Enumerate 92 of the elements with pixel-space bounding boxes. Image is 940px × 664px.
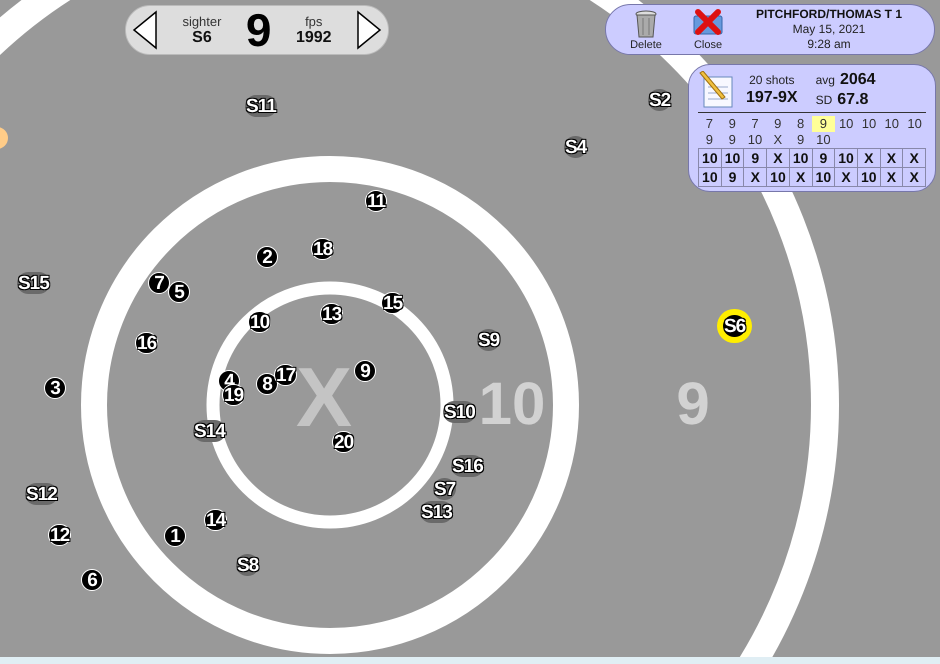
score-cell: 10 — [699, 149, 722, 168]
score-cell: X — [858, 149, 881, 168]
shot-marker[interactable]: 1 — [164, 525, 186, 547]
score-cell: X — [790, 168, 812, 187]
score-cell: 10 — [858, 168, 881, 187]
shooter-name: PITCHFORD/THOMAS T 1 — [756, 7, 902, 22]
shot-marker[interactable]: 16 — [135, 332, 158, 354]
shot-marker[interactable]: S12 — [25, 483, 58, 505]
sighter-score[interactable]: 9 — [812, 116, 835, 132]
sighter-score[interactable]: 9 — [720, 132, 744, 148]
next-button[interactable] — [356, 10, 382, 50]
previous-button[interactable] — [132, 10, 158, 50]
sighter-score[interactable]: 7 — [744, 116, 766, 132]
sd-label: SD — [816, 93, 832, 108]
fps-value: 1992 — [296, 30, 332, 46]
score-cell: X — [880, 168, 904, 187]
ring-label: 9 — [676, 374, 710, 434]
sighter-value: S6 — [192, 30, 212, 46]
shot-marker[interactable]: 11 — [365, 190, 388, 212]
shot-marker[interactable]: S7 — [433, 478, 456, 500]
shot-marker[interactable]: 8 — [256, 373, 278, 395]
shot-score: 9 — [246, 7, 272, 53]
total-score: 197-9X — [746, 88, 798, 108]
notepad-pencil-icon — [698, 71, 734, 109]
sighter-score[interactable]: 9 — [789, 132, 812, 148]
shot-marker[interactable]: 12 — [48, 524, 72, 546]
shot-marker[interactable]: 17 — [274, 364, 298, 386]
shot-marker[interactable]: S13 — [420, 501, 453, 523]
score-cell: X — [903, 168, 926, 187]
sighter-score[interactable]: 7 — [698, 116, 721, 132]
shot-marker[interactable]: S6 — [723, 315, 746, 337]
shot-marker[interactable]: 13 — [320, 303, 344, 325]
shot-marker[interactable]: 15 — [381, 292, 404, 314]
shot-marker[interactable]: 18 — [311, 238, 334, 260]
match-date: May 15, 2021 — [792, 22, 866, 37]
shot-count: 20 shots — [749, 72, 794, 88]
shot-marker[interactable]: 14 — [204, 509, 228, 531]
shot-marker[interactable]: S14 — [193, 420, 226, 442]
sighter-score[interactable]: 10 — [903, 116, 926, 132]
sighter-score[interactable]: 10 — [744, 132, 766, 148]
shot-marker[interactable]: 7 — [148, 272, 170, 294]
shot-marker[interactable]: 9 — [354, 360, 376, 382]
score-cell: X — [903, 149, 926, 168]
score-cell: 10 — [812, 168, 836, 187]
delete-button[interactable]: Delete — [626, 8, 666, 51]
score-cell: 9 — [744, 149, 768, 168]
score-cell: X — [767, 149, 790, 168]
shot-marker[interactable]: S8 — [236, 554, 260, 576]
close-icon — [692, 8, 724, 36]
score-cell: 9 — [812, 149, 836, 168]
shot-marker[interactable]: S16 — [451, 455, 484, 477]
shot-marker[interactable]: 6 — [81, 569, 103, 591]
score-cell: 10 — [722, 149, 744, 168]
shot-marker[interactable]: S2 — [648, 89, 672, 111]
shot-marker[interactable]: 10 — [248, 311, 272, 333]
sighter-label: sighter — [182, 14, 222, 28]
avg-value: 2064 — [840, 70, 876, 90]
shot-marker[interactable]: 2 — [256, 246, 278, 268]
shot-marker[interactable]: S10 — [443, 401, 476, 423]
sighter-score[interactable]: X — [766, 132, 790, 148]
sighter-score[interactable]: 9 — [698, 132, 721, 148]
sighter-score[interactable]: 10 — [880, 116, 904, 132]
score-cell: X — [744, 168, 768, 187]
shot-marker[interactable]: S9 — [477, 329, 500, 351]
fps-label: fps — [305, 14, 322, 28]
ring-label: 10 — [478, 374, 546, 434]
left-triangle-icon — [132, 10, 158, 50]
sighter-score[interactable]: 8 — [789, 116, 812, 132]
shot-marker[interactable]: S4 — [564, 136, 588, 158]
shot-marker[interactable]: S15 — [17, 272, 50, 294]
sd-value: 67.8 — [837, 90, 868, 110]
close-button[interactable]: Close — [688, 8, 728, 51]
shot-marker[interactable]: 19 — [222, 384, 246, 406]
trash-can-icon — [635, 8, 657, 38]
score-cell: 10 — [767, 168, 790, 187]
score-cell: 10 — [790, 149, 812, 168]
match-time: 9:28 am — [807, 37, 851, 52]
right-triangle-icon — [356, 10, 382, 50]
score-cell: X — [835, 168, 858, 187]
sighter-score[interactable]: 10 — [812, 132, 835, 148]
score-cell: 9 — [722, 168, 744, 187]
sighter-score[interactable]: 9 — [766, 116, 790, 132]
sighter-score[interactable]: 10 — [858, 116, 880, 132]
shot-marker[interactable]: S11 — [245, 95, 277, 117]
score-cell: X — [880, 149, 904, 168]
sighter-score[interactable]: 10 — [834, 116, 858, 132]
shot-marker[interactable]: 5 — [168, 281, 190, 303]
score-cell: 10 — [699, 168, 722, 187]
sighter-score[interactable]: 9 — [720, 116, 744, 132]
avg-label: avg — [816, 73, 835, 88]
shot-marker[interactable]: 3 — [44, 377, 66, 399]
score-cell: 10 — [835, 149, 858, 168]
